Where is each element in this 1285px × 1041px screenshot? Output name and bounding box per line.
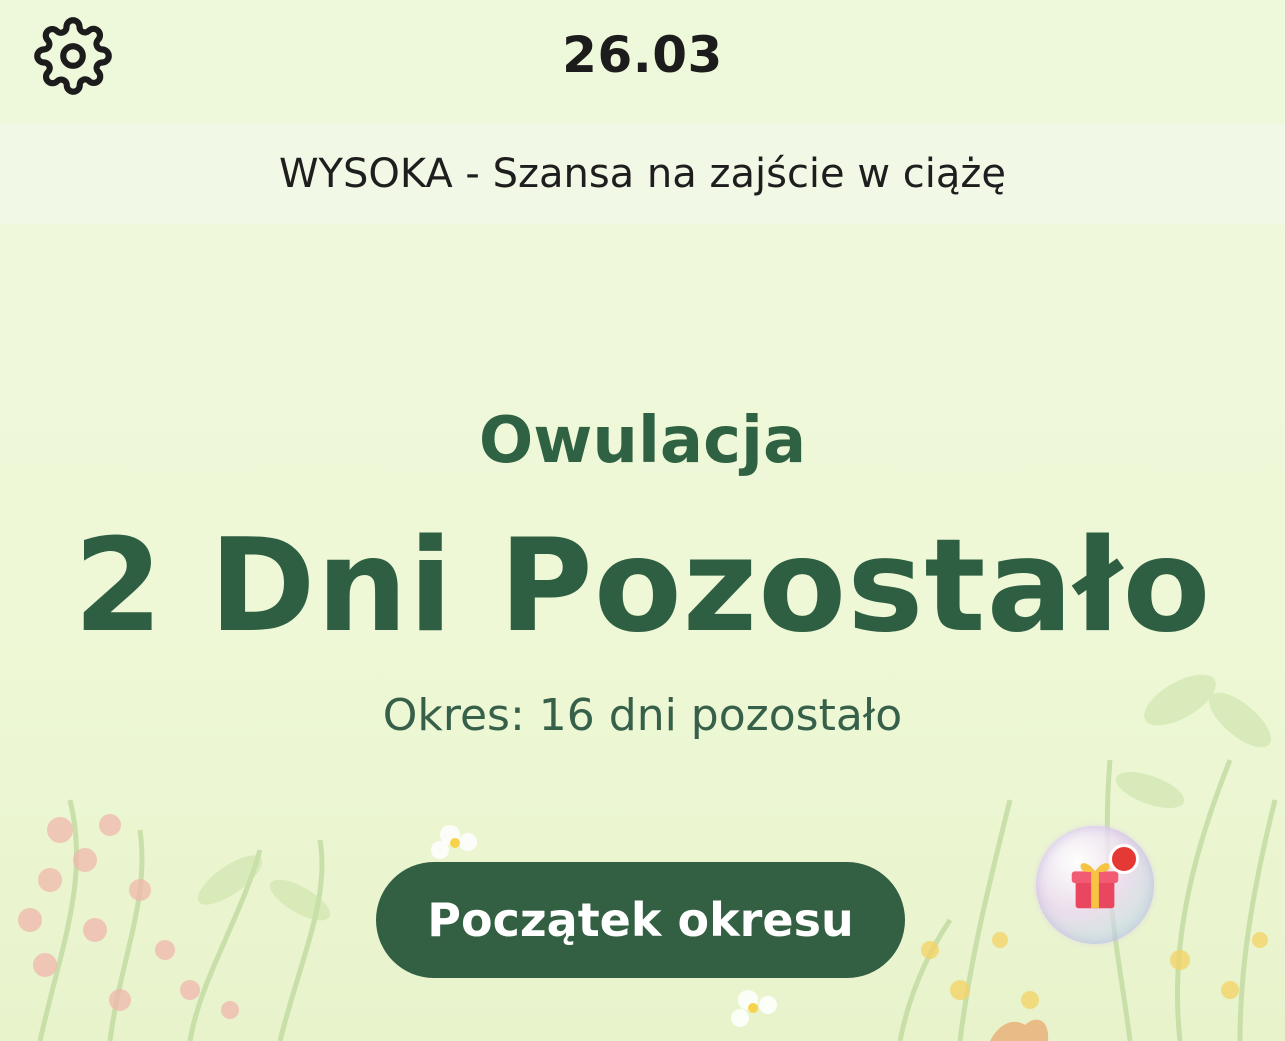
days-remaining-counter: 2 Dni Pozostało xyxy=(73,512,1212,661)
period-countdown-text: Okres: 16 dni pozostało xyxy=(382,690,903,741)
period-start-button[interactable]: Początek okresu xyxy=(376,862,905,978)
gift-bubble-button[interactable] xyxy=(1036,826,1154,944)
top-bar: 26.03 xyxy=(0,0,1285,124)
notification-badge xyxy=(1109,844,1139,874)
pregnancy-chance-bar: WYSOKA - Szansa na zajście w ciążę xyxy=(0,124,1285,224)
cycle-phase-label: Owulacja xyxy=(478,404,807,478)
current-date: 26.03 xyxy=(562,26,723,84)
pregnancy-chance-text: WYSOKA - Szansa na zajście w ciążę xyxy=(278,151,1007,197)
